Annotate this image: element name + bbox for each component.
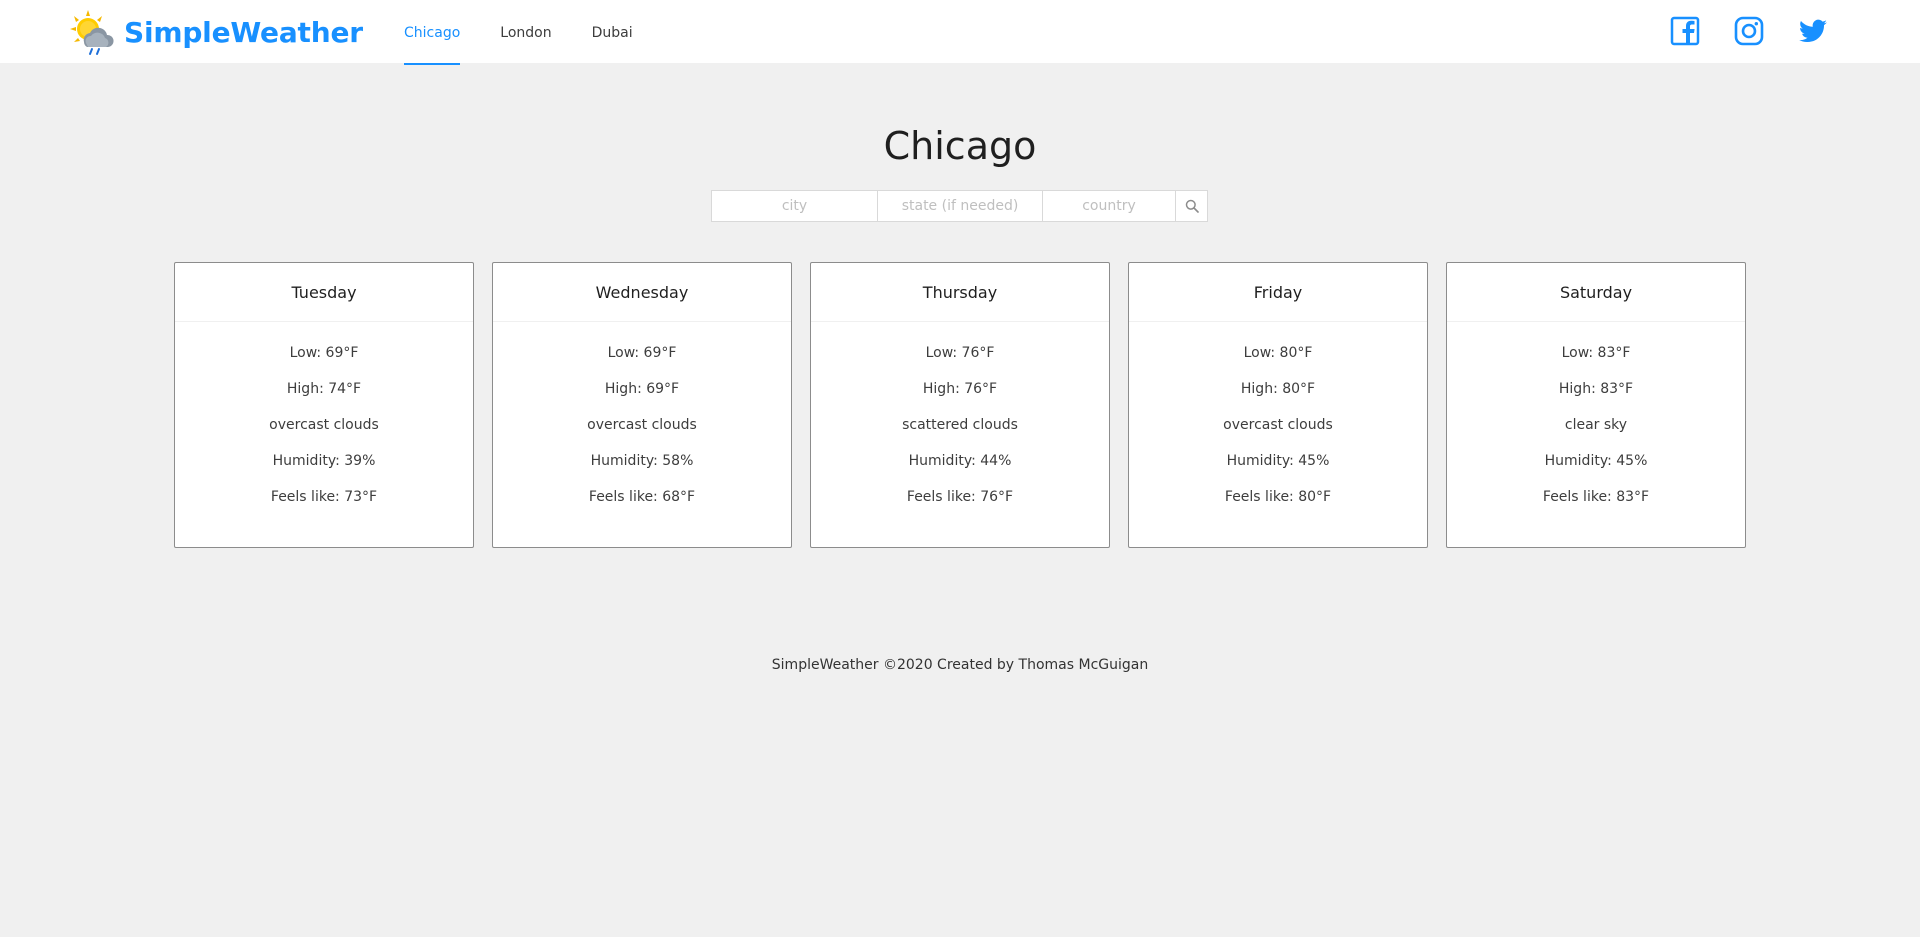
- forecast-card: Wednesday Low: 69°F High: 69°F overcast …: [492, 262, 792, 548]
- twitter-link[interactable]: [1797, 15, 1829, 47]
- forecast-feels-like: Feels like: 73°F: [270, 489, 378, 505]
- nav-item-london[interactable]: London: [480, 0, 571, 65]
- forecast-feels-like: Feels like: 83°F: [1542, 489, 1650, 505]
- forecast-card: Tuesday Low: 69°F High: 74°F overcast cl…: [174, 262, 474, 548]
- forecast-high: High: 80°F: [1240, 381, 1316, 397]
- forecast-high: High: 74°F: [286, 381, 362, 397]
- forecast-day: Wednesday: [493, 263, 791, 322]
- facebook-link[interactable]: [1669, 15, 1701, 47]
- search-icon: [1185, 199, 1199, 213]
- country-input[interactable]: [1042, 190, 1175, 222]
- forecast-feels-like: Feels like: 68°F: [588, 489, 696, 505]
- nav-item-dubai[interactable]: Dubai: [572, 0, 653, 65]
- instagram-link[interactable]: [1733, 15, 1765, 47]
- forecast-low: Low: 80°F: [1243, 345, 1313, 361]
- forecast-low: Low: 69°F: [289, 345, 359, 361]
- top-header: SimpleWeather Chicago London Dubai: [0, 0, 1920, 65]
- forecast-humidity: Humidity: 45%: [1544, 453, 1648, 469]
- forecast-humidity: Humidity: 58%: [590, 453, 694, 469]
- forecast-card: Friday Low: 80°F High: 80°F overcast clo…: [1128, 262, 1428, 548]
- footer-credit: SimpleWeather ©2020 Created by Thomas Mc…: [771, 657, 1149, 673]
- instagram-icon: [1734, 16, 1764, 46]
- forecast-day: Thursday: [811, 263, 1109, 322]
- forecast-description: overcast clouds: [269, 417, 379, 433]
- sun-cloud-rain-icon: [70, 10, 114, 55]
- state-input[interactable]: [877, 190, 1042, 222]
- forecast-low: Low: 69°F: [607, 345, 677, 361]
- forecast-humidity: Humidity: 45%: [1226, 453, 1330, 469]
- forecast-description: clear sky: [1564, 417, 1628, 433]
- forecast-description: overcast clouds: [587, 417, 697, 433]
- forecast-high: High: 83°F: [1558, 381, 1634, 397]
- forecast-humidity: Humidity: 44%: [908, 453, 1012, 469]
- facebook-icon: [1670, 16, 1700, 46]
- forecast-description: scattered clouds: [902, 417, 1018, 433]
- brand-logo[interactable]: SimpleWeather: [68, 8, 363, 56]
- forecast-high: High: 76°F: [922, 381, 998, 397]
- twitter-icon: [1799, 19, 1827, 43]
- forecast-humidity: Humidity: 39%: [272, 453, 376, 469]
- forecast-card: Thursday Low: 76°F High: 76°F scattered …: [810, 262, 1110, 548]
- forecast-feels-like: Feels like: 80°F: [1224, 489, 1332, 505]
- search-button[interactable]: [1175, 190, 1208, 222]
- forecast-feels-like: Feels like: 76°F: [906, 489, 1014, 505]
- forecast-card: Saturday Low: 83°F High: 83°F clear sky …: [1446, 262, 1746, 548]
- nav-item-chicago[interactable]: Chicago: [384, 0, 480, 65]
- city-nav: Chicago London Dubai: [384, 0, 653, 65]
- forecast-high: High: 69°F: [604, 381, 680, 397]
- forecast-day: Friday: [1129, 263, 1427, 322]
- brand-name: SimpleWeather: [124, 15, 363, 49]
- forecast-low: Low: 76°F: [925, 345, 995, 361]
- city-input[interactable]: [711, 190, 877, 222]
- forecast-low: Low: 83°F: [1561, 345, 1631, 361]
- forecast-day: Saturday: [1447, 263, 1745, 322]
- location-search: [711, 190, 1208, 222]
- page-title: Chicago: [883, 124, 1037, 168]
- forecast-description: overcast clouds: [1223, 417, 1333, 433]
- forecast-day: Tuesday: [175, 263, 473, 322]
